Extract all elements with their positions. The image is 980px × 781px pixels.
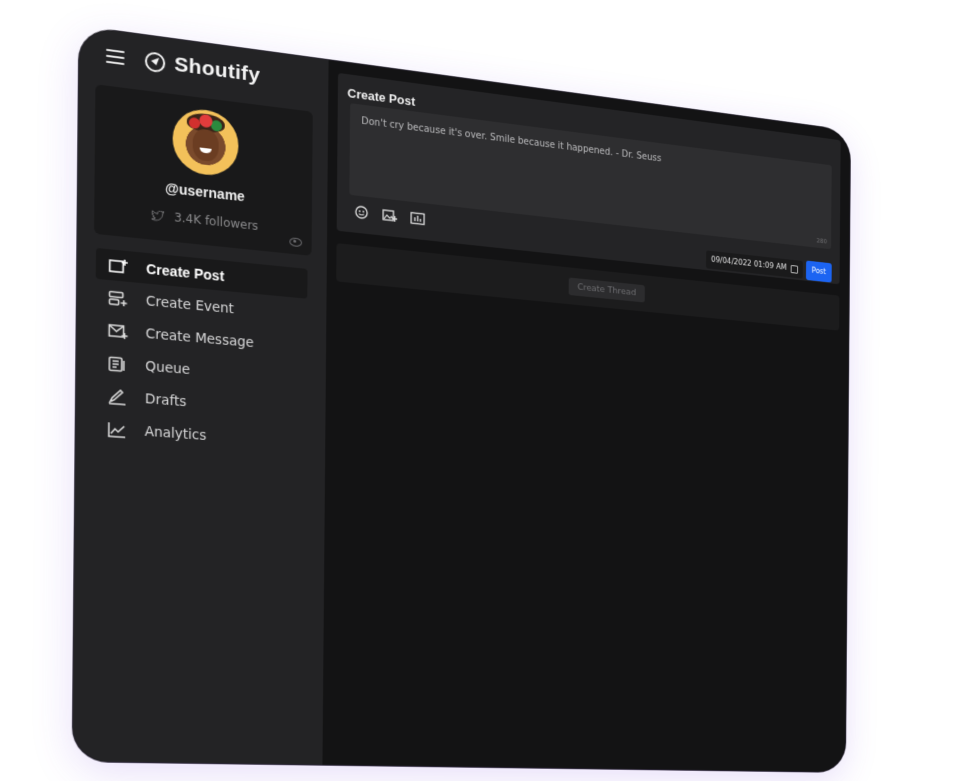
emoji-icon[interactable] [354, 205, 369, 220]
logo[interactable]: Shoutify [144, 49, 261, 88]
composer-toolbar [354, 205, 425, 226]
twitter-icon [151, 209, 165, 221]
create-thread-button[interactable]: Create Thread [568, 277, 645, 303]
char-count: 280 [816, 237, 828, 246]
post-button[interactable]: Post [805, 260, 832, 283]
schedule-datetime-input[interactable]: 09/04/2022 01:09 AM [705, 250, 803, 279]
add-image-icon[interactable] [382, 208, 398, 223]
sidebar-item-label: Analytics [144, 423, 207, 444]
create-message-icon [108, 322, 129, 340]
sidebar-item-label: Queue [145, 358, 191, 378]
app-window: Shoutify @username 3.4K followers Create… [72, 26, 851, 773]
sidebar-item-label: Create Message [145, 325, 254, 351]
queue-icon [107, 355, 128, 373]
main-content: Create Post Don't cry because it's over.… [322, 60, 851, 773]
analytics-icon [107, 421, 128, 438]
sidebar-item-label: Create Event [145, 292, 234, 317]
calendar-icon[interactable] [790, 264, 799, 274]
avatar[interactable] [172, 105, 239, 179]
app-name: Shoutify [174, 52, 261, 87]
create-event-icon [108, 289, 129, 307]
post-textarea[interactable]: Don't cry because it's over. Smile becau… [349, 103, 832, 250]
poll-icon[interactable] [410, 211, 425, 226]
sidebar-item-label: Create Post [146, 260, 225, 284]
datetime-value: 09/04/2022 01:09 AM [711, 255, 787, 273]
followers-label: 3.4K followers [174, 210, 259, 233]
sidebar: Shoutify @username 3.4K followers Create… [72, 26, 329, 765]
nav-menu: Create Post Create Event Create Message … [76, 246, 327, 459]
create-post-icon [108, 257, 129, 275]
menu-icon[interactable] [105, 48, 125, 66]
stage: Shoutify @username 3.4K followers Create… [0, 0, 980, 781]
visibility-icon[interactable] [289, 237, 303, 248]
logo-icon [144, 50, 166, 74]
sidebar-item-label: Drafts [144, 390, 187, 410]
profile-card: @username 3.4K followers [94, 84, 313, 256]
drafts-icon [107, 388, 128, 405]
